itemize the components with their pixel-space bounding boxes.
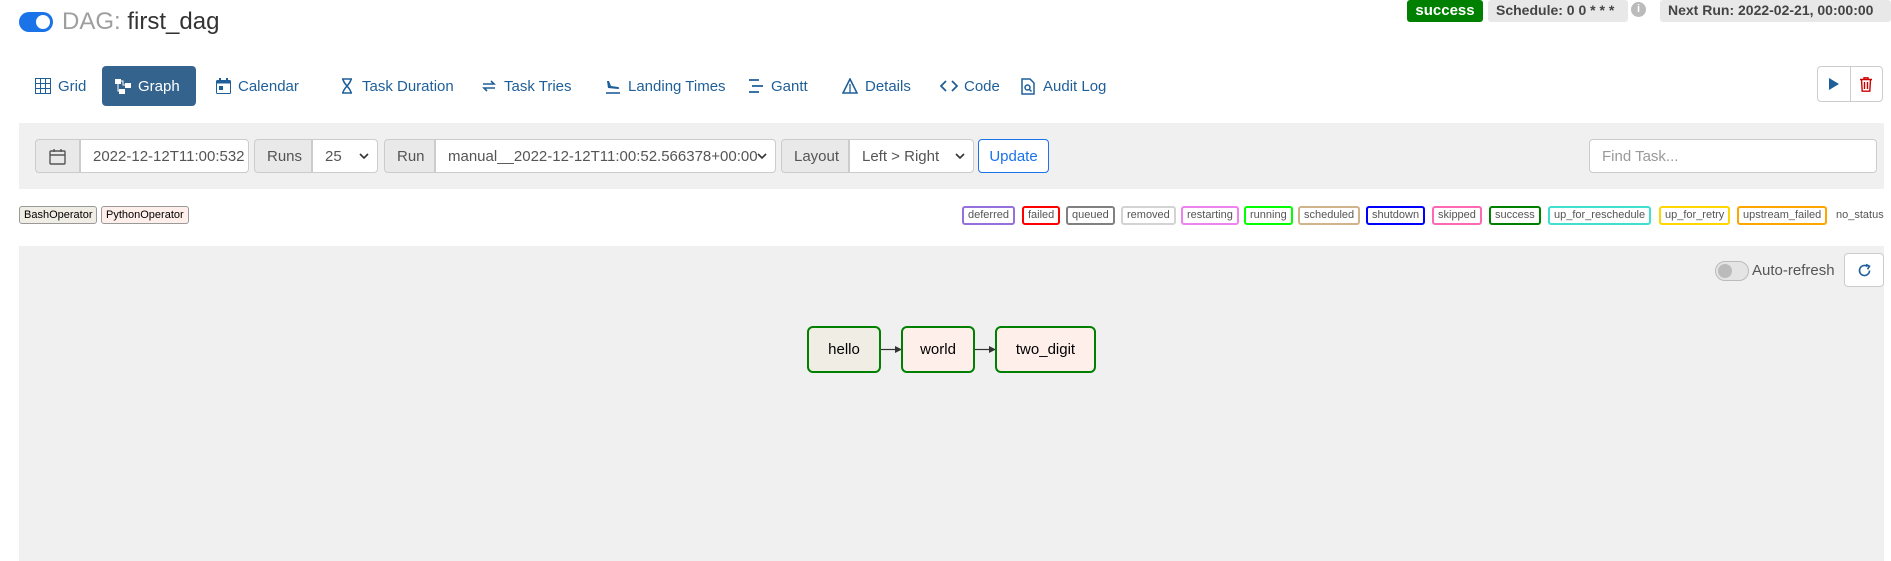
task-node-world[interactable]: world — [901, 326, 975, 373]
edge-hello-world — [881, 346, 902, 353]
task-node-hello[interactable]: hello — [807, 326, 881, 373]
edge-world-two-digit — [975, 346, 996, 353]
task-node-two-digit[interactable]: two_digit — [995, 326, 1096, 373]
graph-edges — [881, 346, 996, 353]
